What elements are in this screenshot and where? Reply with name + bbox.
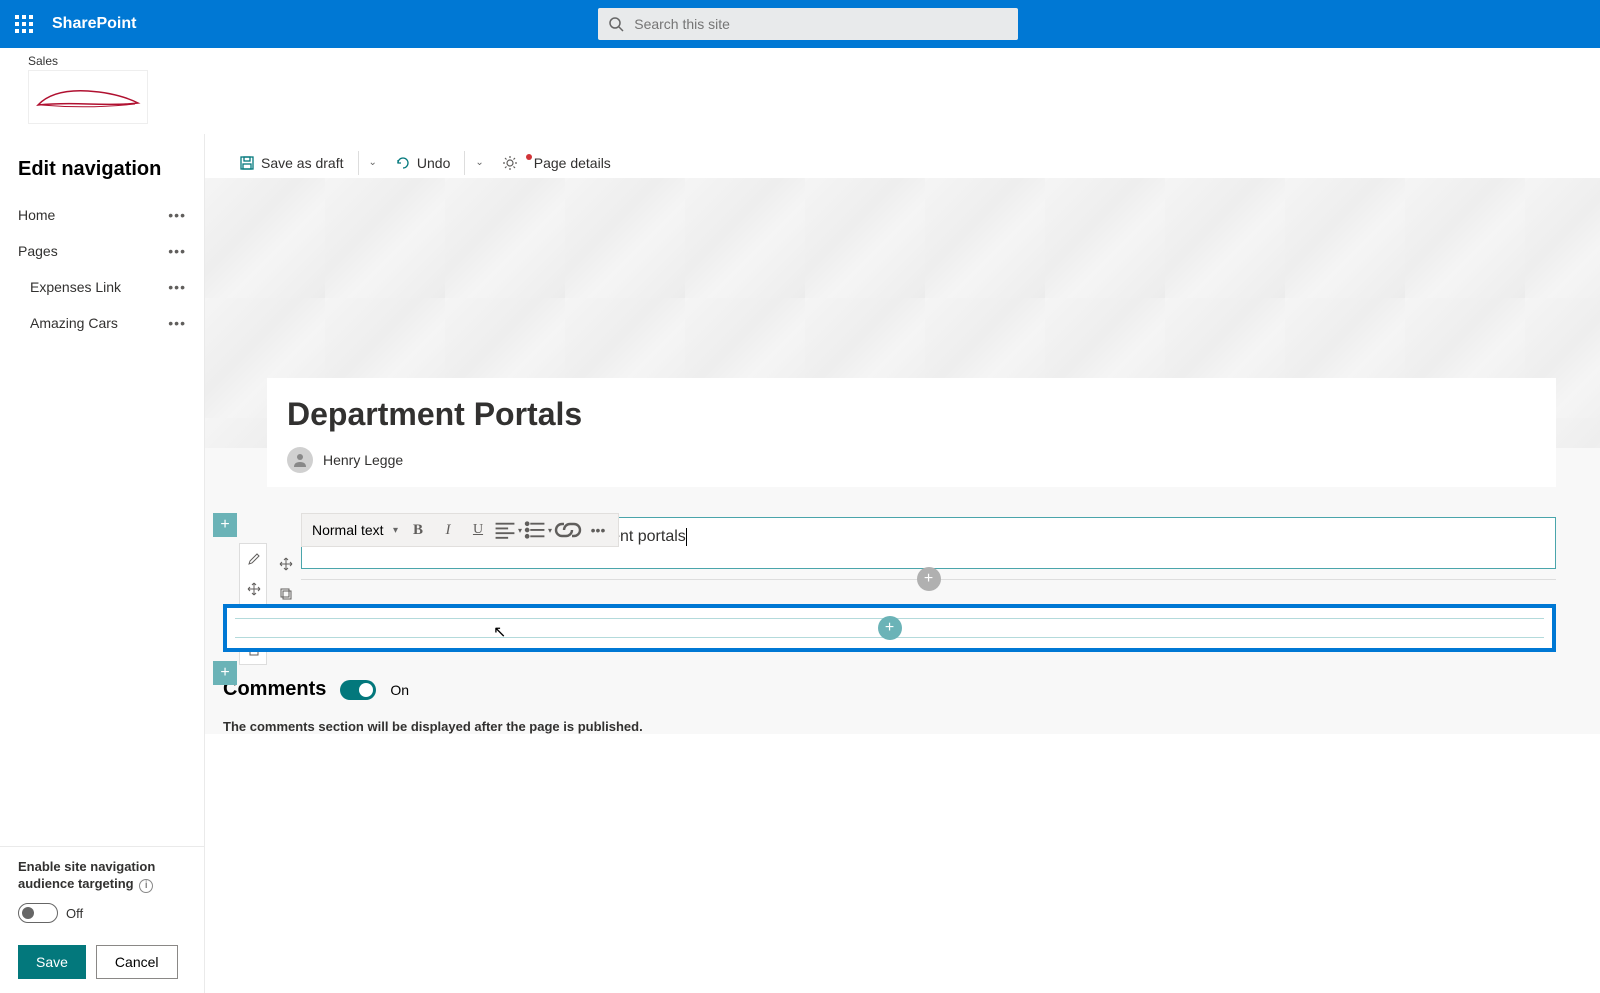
suite-bar: SharePoint bbox=[0, 0, 1600, 48]
edit-navigation-title: Edit navigation bbox=[0, 134, 204, 197]
align-left-icon bbox=[494, 519, 516, 541]
nav-item-label: Expenses Link bbox=[30, 279, 121, 295]
chevron-down-icon[interactable]: ⌄ bbox=[469, 157, 489, 168]
app-launcher[interactable] bbox=[0, 0, 48, 48]
chevron-down-icon[interactable]: ⌄ bbox=[363, 157, 383, 168]
move-icon bbox=[247, 582, 261, 596]
save-as-draft-label: Save as draft bbox=[261, 155, 344, 171]
page-canvas: Department Portals Henry Legge + bbox=[205, 178, 1600, 734]
page-details-button[interactable]: Page details bbox=[492, 149, 621, 177]
comments-state-label: On bbox=[390, 682, 409, 698]
link-button[interactable] bbox=[554, 516, 582, 544]
search-input[interactable] bbox=[598, 8, 1018, 40]
nav-item-pages[interactable]: Pages ••• bbox=[0, 233, 204, 269]
separator bbox=[358, 151, 359, 175]
empty-column[interactable]: + bbox=[235, 618, 1544, 638]
save-button[interactable]: Save bbox=[18, 945, 86, 979]
site-header: Sales bbox=[0, 48, 1600, 134]
undo-label: Undo bbox=[417, 155, 450, 171]
more-icon[interactable]: ••• bbox=[168, 243, 186, 259]
left-pane-footer: Enable site navigation audience targetin… bbox=[0, 846, 204, 993]
undo-button[interactable]: Undo bbox=[385, 149, 460, 177]
app-name[interactable]: SharePoint bbox=[52, 15, 136, 33]
nav-item-amazing-cars[interactable]: Amazing Cars ••• bbox=[0, 305, 204, 341]
search-wrap bbox=[598, 8, 1018, 40]
waffle-icon bbox=[15, 15, 33, 33]
save-as-draft-button[interactable]: Save as draft bbox=[229, 149, 354, 177]
page-title[interactable]: Department Portals bbox=[287, 396, 1536, 433]
underline-button[interactable]: U bbox=[464, 516, 492, 544]
cancel-button[interactable]: Cancel bbox=[96, 945, 178, 979]
comments-toggle-row: Comments On bbox=[223, 678, 1600, 701]
title-block: Department Portals Henry Legge bbox=[267, 378, 1556, 487]
notification-dot-icon bbox=[526, 154, 532, 160]
toggle-state-label: Off bbox=[66, 906, 83, 921]
link-icon bbox=[554, 516, 582, 544]
pencil-icon bbox=[247, 552, 261, 566]
edit-section-button[interactable] bbox=[240, 544, 268, 574]
nav-item-label: Amazing Cars bbox=[30, 315, 118, 331]
audience-targeting-label: Enable site navigation audience targetin… bbox=[18, 859, 186, 893]
person-icon bbox=[292, 452, 308, 468]
save-icon bbox=[239, 155, 255, 171]
gear-icon bbox=[502, 155, 518, 171]
more-icon[interactable]: ••• bbox=[168, 279, 186, 295]
text-toolbar: Normal text B I U ▾ ▾ bbox=[301, 513, 619, 547]
separator bbox=[464, 151, 465, 175]
add-webpart-button[interactable]: + bbox=[917, 567, 941, 591]
page-details-label: Page details bbox=[534, 155, 611, 171]
comments-note: The comments section will be displayed a… bbox=[223, 719, 1600, 734]
move-webpart-button[interactable] bbox=[273, 549, 299, 579]
more-formatting-button[interactable]: ••• bbox=[584, 516, 612, 544]
list-icon bbox=[524, 519, 546, 541]
add-webpart-button[interactable]: + bbox=[878, 616, 902, 640]
more-icon[interactable]: ••• bbox=[168, 207, 186, 223]
page-editor: Save as draft ⌄ Undo ⌄ Page details Depa… bbox=[205, 134, 1600, 993]
comments-toggle[interactable] bbox=[340, 680, 376, 700]
move-section-button[interactable] bbox=[240, 574, 268, 604]
avatar[interactable] bbox=[287, 447, 313, 473]
nav-item-label: Pages bbox=[18, 243, 58, 259]
search-icon bbox=[608, 16, 624, 32]
undo-icon bbox=[395, 155, 411, 171]
italic-button[interactable]: I bbox=[434, 516, 462, 544]
site-logo[interactable] bbox=[28, 70, 148, 124]
section-1: + Normal text bbox=[239, 517, 1556, 580]
align-button[interactable]: ▾ bbox=[494, 516, 522, 544]
audience-targeting-toggle[interactable] bbox=[18, 903, 58, 923]
nav-item-home[interactable]: Home ••• bbox=[0, 197, 204, 233]
text-cursor bbox=[686, 528, 687, 546]
copy-icon bbox=[279, 587, 293, 601]
command-bar: Save as draft ⌄ Undo ⌄ Page details bbox=[205, 134, 1600, 178]
add-section-button[interactable]: + bbox=[213, 513, 237, 537]
info-icon[interactable]: i bbox=[139, 879, 153, 893]
byline: Henry Legge bbox=[287, 447, 1536, 473]
audience-label-l1: Enable site navigation bbox=[18, 859, 155, 874]
add-section-button[interactable]: + bbox=[213, 661, 237, 685]
audience-label-l2: audience targeting bbox=[18, 876, 134, 891]
left-navigation-pane: Edit navigation Home ••• Pages ••• Expen… bbox=[0, 134, 205, 993]
comments-title: Comments bbox=[223, 678, 326, 701]
move-icon bbox=[279, 557, 293, 571]
nav-item-expenses-link[interactable]: Expenses Link ••• bbox=[0, 269, 204, 305]
car-logo-icon bbox=[33, 81, 143, 113]
site-label[interactable]: Sales bbox=[28, 54, 1572, 68]
section-2-selected[interactable]: + ↖ bbox=[223, 604, 1556, 652]
nav-item-label: Home bbox=[18, 207, 55, 223]
section-divider: + bbox=[301, 579, 1556, 580]
bold-button[interactable]: B bbox=[404, 516, 432, 544]
author-name[interactable]: Henry Legge bbox=[323, 452, 403, 468]
nav-list: Home ••• Pages ••• Expenses Link ••• Ama… bbox=[0, 197, 204, 846]
more-icon[interactable]: ••• bbox=[168, 315, 186, 331]
text-style-select[interactable]: Normal text bbox=[308, 520, 402, 540]
list-button[interactable]: ▾ bbox=[524, 516, 552, 544]
